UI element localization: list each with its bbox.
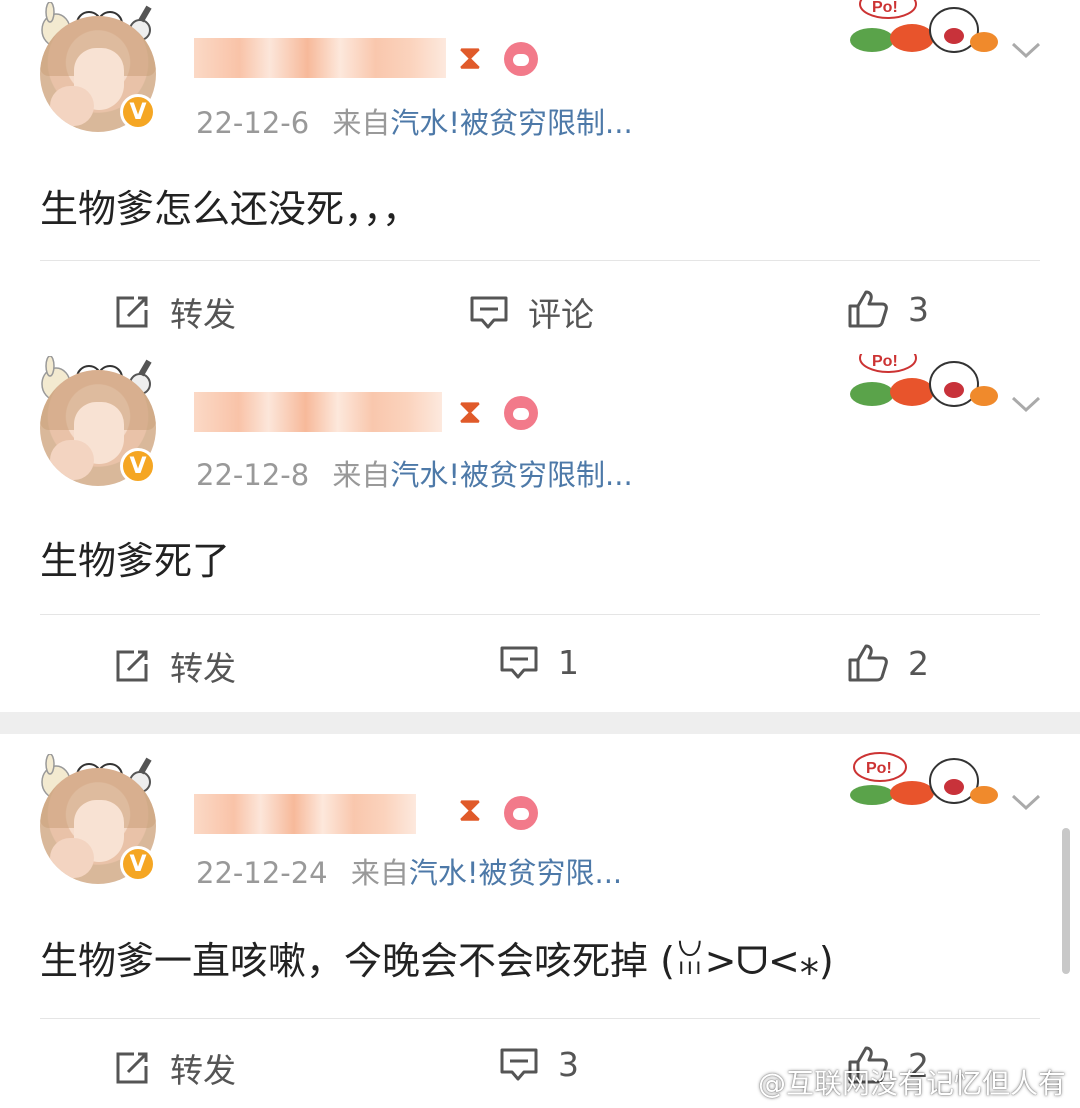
like-button[interactable]: 2	[846, 642, 929, 684]
comment-icon	[470, 296, 508, 329]
divider	[40, 614, 1040, 615]
card-sticker: Po!	[850, 354, 998, 407]
pig-icon	[504, 396, 538, 430]
avatar[interactable]: V	[34, 356, 164, 486]
verified-badge: V	[120, 448, 156, 484]
watermark-text: @互联网没有记忆但人有	[758, 1067, 1067, 1100]
hourglass-icon: ⧗	[458, 790, 482, 830]
comment-label: 评论	[528, 295, 594, 334]
post-text: 生物爹一直咳嗽，今晚会不会咳死掉 (ꈍ>ᗜ<⁎)	[40, 939, 834, 983]
comment-button[interactable]: 3	[498, 1044, 579, 1084]
post-meta: 22-12-6 来自汽水!被贫穷限制...	[196, 100, 633, 142]
source-link[interactable]: 汽水!被贫穷限...	[409, 856, 622, 890]
weibo-logo-icon	[712, 1068, 752, 1098]
post-date: 22-12-8	[196, 458, 310, 492]
comment-icon	[500, 646, 538, 679]
card-sticker: Po!	[850, 0, 998, 53]
hourglass-icon: ⧗	[458, 392, 482, 432]
post-text: 生物爹怎么还没死，，，	[40, 187, 421, 231]
pig-icon	[504, 42, 538, 76]
chevron-down-icon[interactable]	[1010, 394, 1042, 414]
avatar[interactable]: V	[34, 754, 164, 884]
username-blurred[interactable]	[194, 38, 446, 78]
like-count: 2	[908, 643, 929, 683]
repost-button[interactable]: 转发	[112, 288, 236, 336]
comment-icon	[500, 1048, 538, 1081]
repost-button[interactable]: 转发	[112, 642, 236, 690]
like-count: 3	[908, 289, 929, 329]
post-separator	[0, 712, 1080, 734]
like-icon	[848, 290, 888, 328]
like-icon	[848, 644, 888, 682]
repost-label: 转发	[170, 295, 236, 334]
post-meta: 22-12-8 来自汽水!被贫穷限制...	[196, 452, 633, 494]
comment-button[interactable]: 评论	[468, 288, 594, 336]
comment-button[interactable]: 1	[498, 642, 579, 682]
card-sticker: Po!	[850, 752, 998, 805]
pig-icon	[504, 796, 538, 830]
username-blurred[interactable]	[194, 392, 442, 432]
source-link[interactable]: 汽水!被贫穷限制...	[390, 106, 632, 140]
post-date: 22-12-6	[196, 106, 310, 140]
post-date: 22-12-24	[196, 856, 328, 890]
repost-icon	[116, 1052, 148, 1084]
repost-icon	[116, 296, 148, 328]
username-blurred[interactable]	[194, 794, 416, 834]
scrollbar[interactable]	[1062, 828, 1070, 974]
sticker-text: Po!	[866, 760, 892, 777]
sticker-text: Po!	[872, 354, 898, 370]
chevron-down-icon[interactable]	[1010, 792, 1042, 812]
source-prefix: 来自	[332, 458, 391, 492]
repost-button[interactable]: 转发	[112, 1044, 236, 1092]
source-prefix: 来自	[350, 856, 409, 890]
source-link[interactable]: 汽水!被贫穷限制...	[390, 458, 632, 492]
verified-badge: V	[120, 846, 156, 882]
post-text: 生物爹死了	[40, 539, 231, 583]
watermark: @互联网没有记忆但人有	[712, 1062, 1066, 1102]
comment-count: 1	[558, 642, 579, 682]
like-button[interactable]: 3	[846, 288, 929, 330]
divider	[40, 260, 1040, 261]
avatar[interactable]: V	[34, 2, 164, 132]
repost-label: 转发	[170, 1051, 236, 1090]
sticker-text: Po!	[872, 0, 898, 16]
repost-label: 转发	[170, 649, 236, 688]
divider	[40, 1018, 1040, 1019]
hourglass-icon: ⧗	[458, 38, 482, 78]
chevron-down-icon[interactable]	[1010, 40, 1042, 60]
source-prefix: 来自	[332, 106, 391, 140]
post-meta: 22-12-24 来自汽水!被贫穷限...	[196, 850, 622, 892]
repost-icon	[116, 650, 148, 682]
comment-count: 3	[558, 1044, 579, 1084]
verified-badge: V	[120, 94, 156, 130]
